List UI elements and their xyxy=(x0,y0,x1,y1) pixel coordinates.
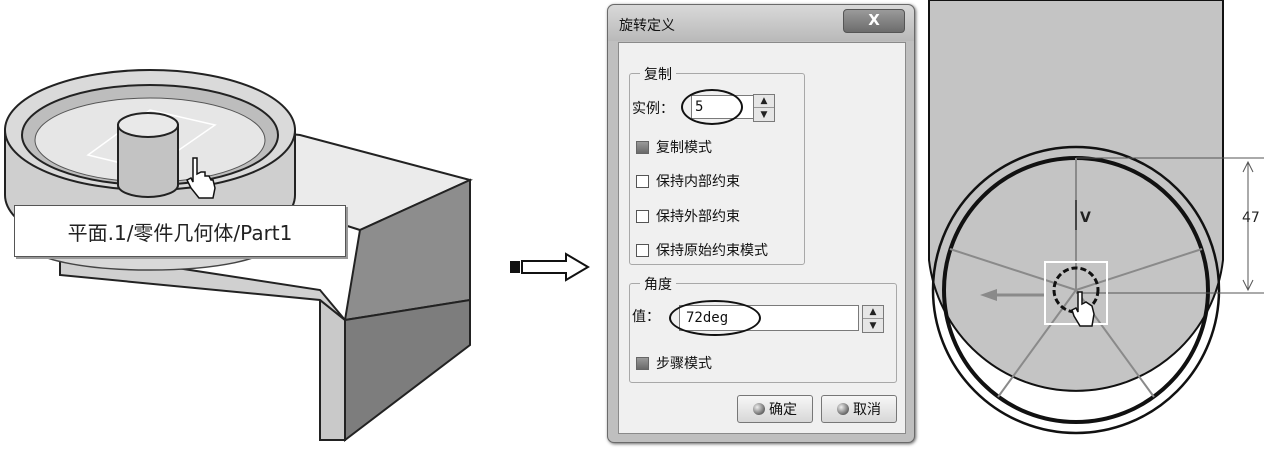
angle-group-legend: 角度 xyxy=(640,274,676,294)
keep-original-constraint-mode-label: 保持原始约束模式 xyxy=(656,243,768,259)
spin-up-icon[interactable]: ▲ xyxy=(863,306,883,319)
keep-internal-constraints-label: 保持内部约束 xyxy=(656,174,740,190)
selection-tooltip: 平面.1/零件几何体/Part1 xyxy=(14,205,346,257)
cancel-button[interactable]: 取消 xyxy=(821,395,897,423)
checkbox-icon xyxy=(636,356,649,370)
angle-value-highlight xyxy=(669,300,761,336)
instances-highlight xyxy=(681,89,743,125)
dialog-titlebar[interactable]: 旋转定义 X xyxy=(608,5,914,41)
checkbox-icon xyxy=(636,209,649,223)
copy-mode-checkbox[interactable]: 复制模式 xyxy=(636,137,712,157)
dialog-body: 复制 实例： 5 ▲ ▼ 复制模式 保持内部约束 保持外部约束 保持原始约束模式… xyxy=(618,42,906,434)
cancel-label: 取消 xyxy=(853,402,881,418)
step-mode-label: 步骤模式 xyxy=(656,356,712,372)
spin-down-icon[interactable]: ▼ xyxy=(863,319,883,332)
ok-button[interactable]: 确定 xyxy=(737,395,813,423)
checkbox-icon xyxy=(636,140,649,154)
dialog-title: 旋转定义 xyxy=(619,18,675,34)
keep-internal-constraints-checkbox[interactable]: 保持内部约束 xyxy=(636,171,740,191)
angle-value-label: 值： xyxy=(632,309,660,325)
right-arrow-icon xyxy=(510,252,590,282)
sketch-view[interactable]: 47 V xyxy=(925,0,1264,445)
rotate-definition-dialog: 旋转定义 X 复制 实例： 5 ▲ ▼ 复制模式 保持内部约束 保持外部约束 保… xyxy=(607,4,915,443)
cancel-icon xyxy=(837,403,849,415)
ok-label: 确定 xyxy=(769,402,797,418)
sketch-drawing: 47 V xyxy=(928,0,1264,435)
spin-up-icon[interactable]: ▲ xyxy=(754,95,774,108)
ok-icon xyxy=(753,403,765,415)
instances-label: 实例： xyxy=(632,101,674,117)
step-mode-checkbox[interactable]: 步骤模式 xyxy=(636,353,712,373)
keep-external-constraints-checkbox[interactable]: 保持外部约束 xyxy=(636,206,740,226)
keep-original-constraint-mode-checkbox[interactable]: 保持原始约束模式 xyxy=(636,240,768,260)
keep-external-constraints-label: 保持外部约束 xyxy=(656,209,740,225)
spin-down-icon[interactable]: ▼ xyxy=(754,108,774,121)
axis-v-label: V xyxy=(1080,210,1091,226)
dimension-text: 47 xyxy=(1242,210,1260,226)
close-button[interactable]: X xyxy=(843,9,905,33)
copy-mode-label: 复制模式 xyxy=(656,140,712,156)
checkbox-icon xyxy=(636,243,649,257)
instances-spinner[interactable]: ▲ ▼ xyxy=(753,94,775,122)
copy-group-legend: 复制 xyxy=(640,64,676,84)
part-3d-view[interactable]: 平面.1/零件几何体/Part1 xyxy=(0,0,500,445)
angle-spinner[interactable]: ▲ ▼ xyxy=(862,305,884,333)
checkbox-icon xyxy=(636,174,649,188)
